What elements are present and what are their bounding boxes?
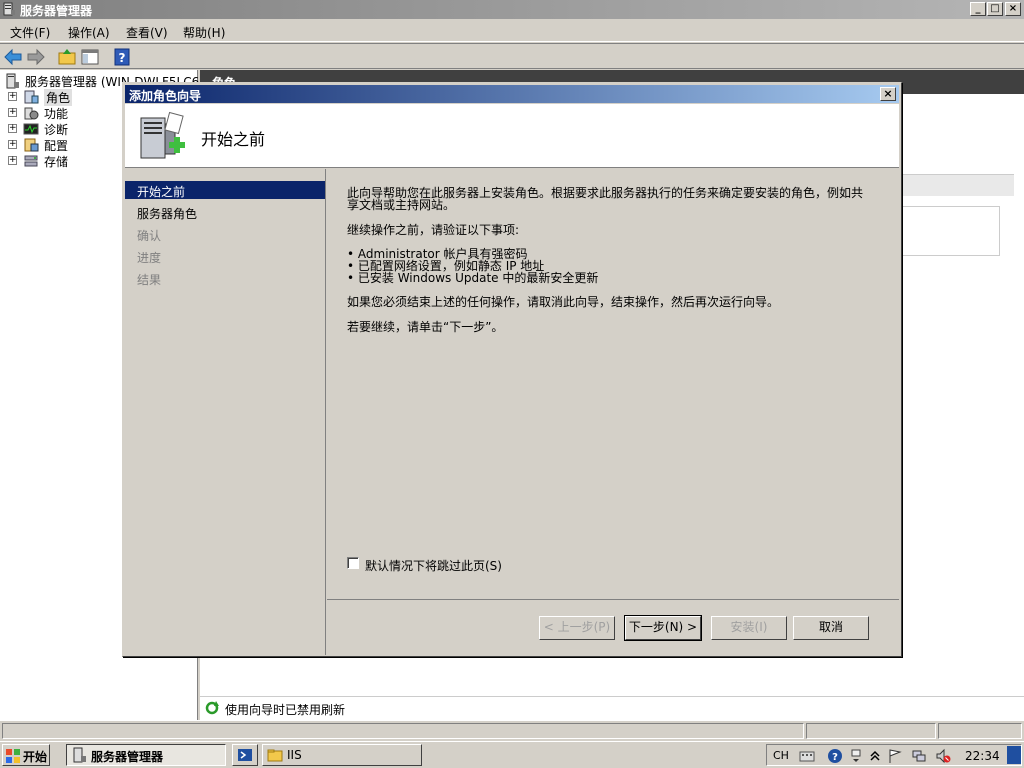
add-roles-wizard-dialog: 添加角色向导 × 开始之前 开始之前 服务器角色 确认 进度 结果 此向导帮助您… <box>122 82 902 657</box>
clock: 22:34 <box>965 749 1000 763</box>
chevron-up-icon[interactable] <box>867 748 883 764</box>
menu-action[interactable]: 操作(A) <box>68 24 110 41</box>
network-icon[interactable] <box>911 748 927 764</box>
dialog-close-button[interactable]: × <box>880 87 896 101</box>
svg-text:?: ? <box>832 752 838 763</box>
expand-icon[interactable]: + <box>8 92 17 101</box>
help-icon[interactable]: ? <box>827 748 843 764</box>
server-add-icon <box>140 111 185 159</box>
wizard-step-results: 结果 <box>137 273 162 287</box>
server-manager-icon <box>3 2 15 16</box>
menu-bar: 文件(F) 操作(A) 查看(V) 帮助(H) <box>0 20 1024 42</box>
dialog-title: 添加角色向导 <box>129 89 202 103</box>
wizard-step-server-roles[interactable]: 服务器角色 <box>125 203 325 221</box>
wizard-page-title: 开始之前 <box>201 130 266 149</box>
intro-text-line2: 享文档或主持网站。 <box>347 198 456 212</box>
forward-arrow-icon[interactable] <box>26 47 46 67</box>
skip-page-checkbox-label[interactable]: 默认情况下将跳过此页(S) <box>365 557 502 574</box>
roles-icon <box>24 90 39 104</box>
expand-icon[interactable]: + <box>8 156 17 165</box>
expand-icon[interactable]: + <box>8 124 17 133</box>
status-panel <box>806 723 936 739</box>
show-hide-tree-icon[interactable] <box>80 47 100 67</box>
keyboard-icon[interactable] <box>799 748 815 764</box>
minimize-button[interactable]: _ <box>970 2 986 16</box>
expand-icon[interactable]: + <box>8 140 17 149</box>
bullet-item: • 已安装 Windows Update 中的最新安全更新 <box>347 271 599 285</box>
start-button[interactable]: 开始 <box>2 744 50 766</box>
install-button: 安装(I) <box>711 616 787 640</box>
toolbar: ? <box>0 43 1024 69</box>
taskbar: 开始 服务器管理器 IIS CH ? 22:34 <box>0 741 1024 768</box>
tree-node-label: 功能 <box>44 107 69 121</box>
refresh-icon <box>205 701 219 715</box>
tree-node-label: 角色 <box>44 89 73 106</box>
skip-page-checkbox[interactable] <box>347 557 359 569</box>
server-manager-icon <box>73 747 86 763</box>
storage-icon <box>24 155 38 167</box>
task-powershell[interactable] <box>232 744 258 766</box>
up-folder-icon[interactable] <box>57 47 77 67</box>
start-label: 开始 <box>23 750 48 764</box>
wizard-button-bar: < 上一步(P) 下一步(N) > 安装(I) 取消 <box>327 599 899 655</box>
folder-icon <box>267 749 283 762</box>
expand-icon[interactable]: + <box>8 108 17 117</box>
task-iis[interactable]: IIS <box>262 744 422 766</box>
menu-view[interactable]: 查看(V) <box>126 24 168 41</box>
wizard-step-before-you-begin[interactable]: 开始之前 <box>125 181 325 199</box>
features-icon <box>24 107 39 120</box>
previous-button: < 上一步(P) <box>539 616 615 640</box>
close-button[interactable]: × <box>1005 2 1021 16</box>
show-desktop-button[interactable] <box>1007 746 1021 764</box>
diagnostics-icon <box>23 123 39 135</box>
cancel-note: 如果您必须结束上述的任何操作，请取消此向导，结束操作，然后再次运行向导。 <box>347 295 780 309</box>
wizard-step-nav: 开始之前 服务器角色 确认 进度 结果 <box>125 169 326 655</box>
dialog-titlebar[interactable]: 添加角色向导 × <box>125 85 899 103</box>
cancel-button[interactable]: 取消 <box>793 616 869 640</box>
flag-icon[interactable] <box>887 748 903 764</box>
help-icon[interactable]: ? <box>112 47 132 67</box>
tree-node-label: 配置 <box>44 139 69 153</box>
system-tray: CH ? 22:34 <box>766 744 1022 766</box>
volume-muted-icon[interactable] <box>935 748 951 764</box>
tree-node-label: 存储 <box>44 155 69 169</box>
status-bar <box>0 720 1024 740</box>
tree-node-label: 诊断 <box>44 123 69 137</box>
wizard-step-confirmation: 确认 <box>137 229 162 243</box>
options-icon[interactable] <box>849 748 865 764</box>
svg-text:?: ? <box>119 51 126 65</box>
wizard-content: 此向导帮助您在此服务器上安装角色。根据要求此服务器执行的任务来确定要安装的角色，… <box>327 169 899 599</box>
back-arrow-icon[interactable] <box>3 47 23 67</box>
task-label: IIS <box>287 748 302 762</box>
windows-logo-icon <box>6 749 20 763</box>
wizard-banner: 开始之前 <box>125 104 899 168</box>
details-section-box <box>900 206 1000 256</box>
status-panel <box>2 723 804 739</box>
server-manager-icon <box>6 73 19 89</box>
window-title: 服务器管理器 <box>20 4 93 18</box>
task-label: 服务器管理器 <box>91 750 164 764</box>
task-server-manager[interactable]: 服务器管理器 <box>66 744 226 766</box>
window-titlebar[interactable]: 服务器管理器 _ □ × <box>0 0 1024 19</box>
verify-heading: 继续操作之前，请验证以下事项: <box>347 223 520 237</box>
input-language[interactable]: CH <box>773 749 789 762</box>
maximize-button[interactable]: □ <box>987 2 1003 16</box>
wizard-step-progress: 进度 <box>137 251 162 265</box>
next-button[interactable]: 下一步(N) > <box>624 615 702 641</box>
continue-note: 若要继续，请单击“下一步”。 <box>347 320 504 334</box>
menu-file[interactable]: 文件(F) <box>10 24 50 41</box>
refresh-status-bar: 使用向导时已禁用刷新 <box>200 696 1024 718</box>
menu-help[interactable]: 帮助(H) <box>183 24 225 41</box>
details-section-band <box>900 174 1014 196</box>
powershell-icon <box>238 749 252 761</box>
configuration-icon <box>24 138 39 152</box>
status-panel <box>938 723 1022 739</box>
refresh-status-text: 使用向导时已禁用刷新 <box>225 703 346 717</box>
